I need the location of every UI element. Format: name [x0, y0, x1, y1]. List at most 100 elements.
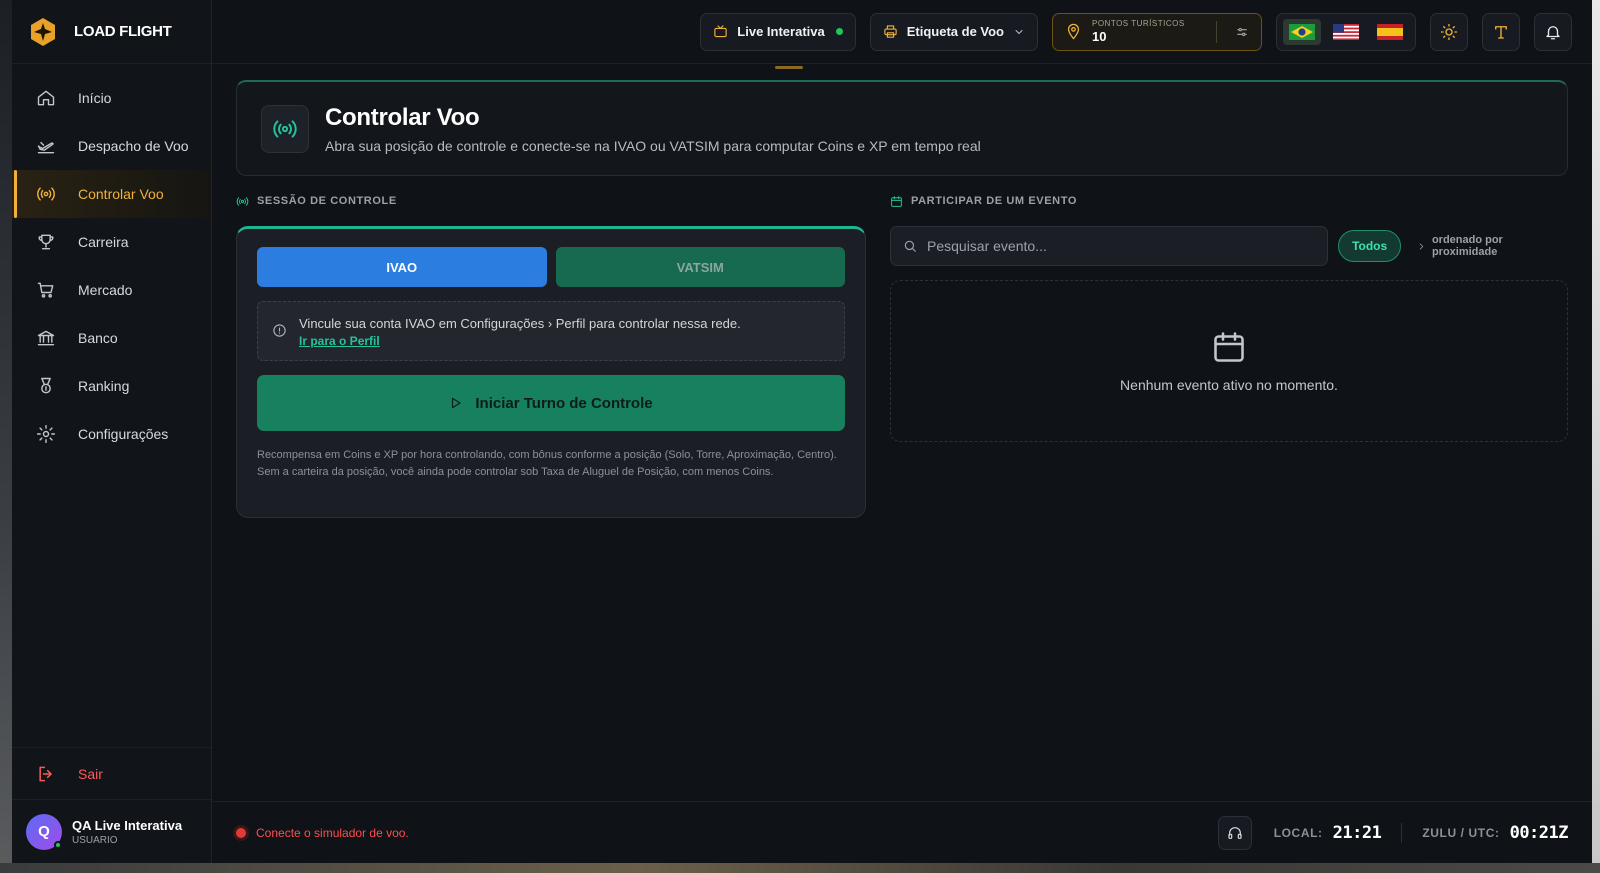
header-icon-box: [261, 104, 309, 153]
desktop-background-left: [0, 0, 12, 873]
headset-icon: [1228, 826, 1242, 839]
sidebar-item-banco[interactable]: Banco: [12, 314, 211, 362]
section-label-text: PARTICIPAR DE UM EVENTO: [911, 195, 1077, 207]
radio-icon: [37, 187, 55, 201]
calendar-icon: [1214, 332, 1244, 362]
usa-flag-icon: [1333, 23, 1359, 40]
status-bar: Conecte o simulador de voo. LOCAL: 21:21…: [212, 801, 1592, 863]
reward-footnote: Recompensa em Coins e XP por hora contro…: [257, 449, 837, 478]
sidebar-item-label: Controlar Voo: [78, 186, 164, 202]
chevron-down-icon: [1015, 29, 1023, 34]
sidebar-nav: Início Despacho de Voo Controlar Voo Car…: [12, 64, 211, 747]
tv-icon: [714, 25, 727, 38]
topbar: Live Interativa Etiqueta de Voo PONTOS T…: [212, 0, 1592, 64]
tab-ivao[interactable]: IVAO: [257, 247, 547, 287]
clock-divider: [1401, 822, 1403, 843]
brand-name: LOAD FLIGHT: [74, 23, 172, 40]
language-en-us[interactable]: [1327, 19, 1365, 45]
points-label: PONTOS TURÍSTICOS: [1092, 19, 1185, 28]
events-search-row: Todos ordenado por proximidade: [890, 226, 1568, 266]
simulator-status-dot: [236, 827, 246, 838]
sidebar-item-mercado[interactable]: Mercado: [12, 266, 211, 314]
radio-icon: [273, 119, 297, 138]
sidebar-item-controlar-voo[interactable]: Controlar Voo: [12, 170, 211, 218]
points-value: 10: [1092, 29, 1107, 44]
sidebar-item-label: Configurações: [78, 426, 169, 442]
link-account-notice: Vincule sua conta IVAO em Configurações …: [257, 301, 845, 361]
brand[interactable]: LOAD FLIGHT: [12, 0, 211, 64]
start-control-shift-button[interactable]: Iniciar Turno de Controle: [257, 375, 845, 431]
search-icon: [904, 240, 916, 252]
brazil-flag-icon: [1289, 23, 1315, 40]
bell-icon: [1546, 25, 1560, 39]
etiqueta-de-voo-dropdown[interactable]: Etiqueta de Voo: [869, 12, 1038, 51]
logo-icon: [31, 17, 55, 46]
live-label: Live Interativa: [737, 24, 825, 39]
main-area: Live Interativa Etiqueta de Voo PONTOS T…: [212, 0, 1592, 863]
points-divider: [1216, 20, 1217, 43]
font-size-button[interactable]: [1482, 12, 1520, 51]
start-button-label: Iniciar Turno de Controle: [475, 394, 653, 412]
page-subtitle: Abra sua posição de controle e conecte-s…: [325, 137, 981, 154]
go-to-profile-link[interactable]: Ir para o Perfil: [299, 334, 380, 348]
sidebar-item-despacho[interactable]: Despacho de Voo: [12, 122, 211, 170]
sidebar-item-carreira[interactable]: Carreira: [12, 218, 211, 266]
logout-button[interactable]: Sair: [12, 747, 211, 799]
content: Controlar Voo Abra sua posição de contro…: [212, 64, 1592, 801]
page-header-card: Controlar Voo Abra sua posição de contro…: [236, 80, 1568, 176]
drag-handle[interactable]: [775, 66, 803, 69]
sun-icon: [1440, 23, 1458, 40]
sliders-icon[interactable]: [1235, 25, 1249, 39]
events-section-label: PARTICIPAR DE UM EVENTO: [890, 193, 1568, 209]
sidebar-item-label: Carreira: [78, 234, 129, 250]
language-es[interactable]: [1371, 19, 1409, 45]
avatar-initial: Q: [38, 823, 50, 840]
avatar: Q: [26, 813, 62, 850]
play-icon: [452, 397, 462, 409]
spain-flag-icon: [1377, 23, 1403, 40]
theme-toggle-button[interactable]: [1430, 12, 1468, 51]
user-profile[interactable]: Q QA Live Interativa USUARIO: [12, 799, 211, 863]
sidebar-item-label: Início: [78, 90, 112, 106]
sidebar-item-configuracoes[interactable]: Configurações: [12, 410, 211, 458]
zulu-time-label: ZULU / UTC:: [1422, 825, 1500, 840]
filter-todos-button[interactable]: Todos: [1338, 230, 1402, 262]
session-column: SESSÃO DE CONTROLE IVAO VATSIM Vincule s…: [236, 193, 866, 518]
sidebar: LOAD FLIGHT Início Despacho de Voo Contr…: [12, 0, 212, 863]
event-search-box: [890, 226, 1329, 266]
live-interativa-button[interactable]: Live Interativa: [700, 12, 856, 51]
printer-icon: [884, 25, 897, 38]
logout-icon: [39, 766, 52, 781]
sidebar-item-ranking[interactable]: Ranking: [12, 362, 211, 410]
event-search-input[interactable]: [927, 238, 1328, 254]
home-icon: [37, 90, 55, 106]
session-card: IVAO VATSIM Vincule sua conta IVAO em Co…: [236, 226, 866, 518]
notifications-button[interactable]: [1534, 12, 1572, 51]
user-name: QA Live Interativa: [72, 817, 183, 833]
sidebar-item-label: Banco: [78, 330, 118, 346]
live-status-dot: [835, 28, 843, 35]
sidebar-item-label: Mercado: [78, 282, 133, 298]
pontos-turisticos-widget[interactable]: PONTOS TURÍSTICOS 10: [1052, 12, 1262, 51]
trophy-icon: [38, 234, 54, 250]
logout-label: Sair: [78, 765, 103, 782]
empty-state-text: Nenhum evento ativo no momento.: [1120, 377, 1338, 393]
support-button[interactable]: [1217, 815, 1252, 850]
calendar-icon: [891, 195, 902, 207]
online-indicator: [54, 840, 62, 849]
local-time-value: 21:21: [1332, 822, 1382, 843]
zulu-time-value: 00:21Z: [1509, 822, 1569, 843]
bank-icon: [37, 330, 55, 346]
language-pt-br[interactable]: [1283, 18, 1321, 45]
sidebar-item-inicio[interactable]: Início: [12, 74, 211, 122]
desktop-background-right: [1592, 0, 1600, 873]
network-tabs: IVAO VATSIM: [257, 247, 845, 287]
tab-vatsim[interactable]: VATSIM: [555, 247, 845, 287]
etiqueta-label: Etiqueta de Voo: [906, 24, 1004, 39]
language-selector: [1276, 12, 1416, 51]
gear-icon: [36, 424, 56, 444]
desktop-background-bottom: [0, 863, 1600, 873]
events-column: PARTICIPAR DE UM EVENTO Todos ordenado p…: [890, 193, 1568, 518]
local-time-label: LOCAL:: [1273, 825, 1323, 840]
sort-note: ordenado por proximidade: [1417, 234, 1568, 258]
